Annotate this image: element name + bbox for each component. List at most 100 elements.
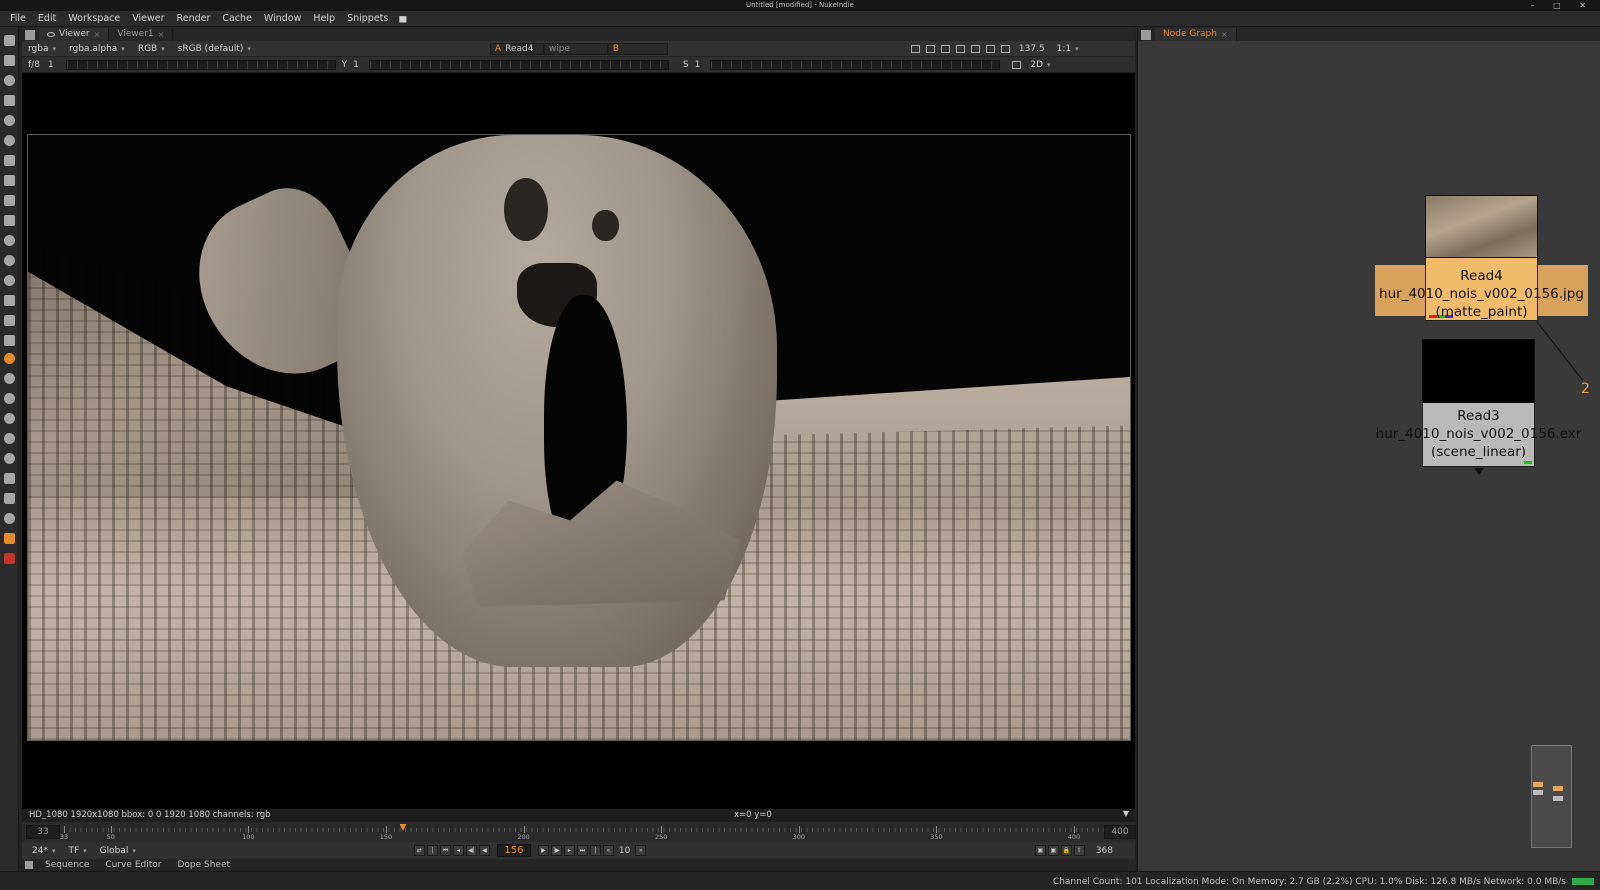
timeline-start[interactable]: 33: [26, 825, 60, 839]
cog-icon[interactable]: [4, 453, 15, 464]
color-icon[interactable]: [4, 115, 15, 126]
menu-workspace[interactable]: Workspace: [62, 13, 126, 24]
clip-icon[interactable]: [925, 44, 935, 53]
timeline[interactable]: 33 33 50 100 150 200 250 300 350 400 400: [22, 822, 1136, 842]
prev-keyframe-icon[interactable]: ⏮: [439, 845, 451, 856]
read4-node[interactable]: Read4 hur_4010_nois_v002_0156.jpg (matte…: [1375, 195, 1588, 325]
ocio-icon[interactable]: [4, 373, 15, 384]
viewer-tool-icon[interactable]: [4, 35, 15, 46]
menu-cache[interactable]: Cache: [216, 13, 258, 24]
menu-window[interactable]: Window: [258, 13, 307, 24]
scope-dropdown[interactable]: Global: [94, 846, 143, 856]
fstop-value[interactable]: f/8: [28, 60, 40, 70]
current-frame-field[interactable]: 156: [496, 844, 531, 857]
zoom-level[interactable]: 137.5: [1019, 44, 1045, 54]
particles-icon[interactable]: [4, 235, 15, 246]
colorspace-dropdown[interactable]: sRGB (default): [172, 44, 258, 54]
channel-icon[interactable]: [4, 95, 15, 106]
menu-viewer[interactable]: Viewer: [126, 13, 170, 24]
snippet-icon[interactable]: [399, 16, 407, 23]
read3-output-arrow[interactable]: [1474, 468, 1484, 475]
mask-icon[interactable]: [955, 44, 965, 53]
export-icon[interactable]: ⇧: [1073, 845, 1085, 856]
shape-icon[interactable]: [4, 493, 15, 504]
panel-menu-icon[interactable]: [25, 30, 35, 40]
menu-help[interactable]: Help: [307, 13, 341, 24]
menu-snippets[interactable]: Snippets: [341, 13, 394, 24]
gamma-slider[interactable]: [368, 59, 669, 70]
viewer-canvas[interactable]: [22, 73, 1135, 809]
menu-render[interactable]: Render: [171, 13, 217, 24]
channels-dropdown[interactable]: rgba: [22, 44, 63, 54]
filter-icon[interactable]: [4, 135, 15, 146]
next-frame-icon[interactable]: |▶: [550, 845, 562, 856]
view-mode-icon[interactable]: [1012, 60, 1022, 69]
alpha-dropdown[interactable]: rgba.alpha: [63, 44, 132, 54]
tab-sequence[interactable]: Sequence: [37, 860, 97, 870]
input-a-selector[interactable]: A Read4: [489, 42, 544, 55]
gamma-value[interactable]: 1: [353, 60, 359, 70]
tab-curve-editor[interactable]: Curve Editor: [97, 860, 169, 870]
globe-icon[interactable]: [4, 433, 15, 444]
play-forward-icon[interactable]: ▶: [537, 845, 549, 856]
deep-icon[interactable]: [4, 255, 15, 266]
tab-node-graph[interactable]: Node Graph ×: [1155, 28, 1237, 41]
time-icon[interactable]: [4, 75, 15, 86]
display-channel-dropdown[interactable]: RGB: [132, 44, 172, 54]
views-icon[interactable]: [4, 275, 15, 286]
step-forward-icon[interactable]: ▸: [563, 845, 575, 856]
next-keyframe-icon[interactable]: ⏭: [576, 845, 588, 856]
paint-icon[interactable]: [4, 55, 15, 66]
info-dropdown-icon[interactable]: ▼: [1123, 809, 1129, 818]
step-back-icon[interactable]: ◂: [452, 845, 464, 856]
close-icon[interactable]: ×: [94, 28, 101, 41]
input-b-selector[interactable]: B: [607, 42, 668, 55]
red-plugin-icon[interactable]: [4, 553, 15, 564]
pause-icon[interactable]: [1000, 44, 1010, 53]
first-frame-icon[interactable]: |: [426, 845, 438, 856]
view-mode-dropdown[interactable]: 2D: [1024, 60, 1057, 70]
loop-icon[interactable]: ⇄: [413, 845, 425, 856]
keyer-icon[interactable]: [4, 155, 15, 166]
close-icon[interactable]: ×: [158, 28, 165, 41]
timeline-end[interactable]: 400: [1104, 825, 1136, 839]
tf-dropdown[interactable]: TF: [62, 846, 93, 856]
node-graph-minimap[interactable]: [1531, 745, 1572, 848]
skip-back-icon[interactable]: «: [602, 845, 614, 856]
wipe-dropdown[interactable]: wipe: [543, 42, 608, 55]
merge-icon[interactable]: [4, 175, 15, 186]
gizmo-icon[interactable]: [4, 513, 15, 524]
transform-icon[interactable]: [4, 195, 15, 206]
saturation-slider[interactable]: [710, 59, 1001, 70]
other-icon[interactable]: [4, 335, 15, 346]
flipbook-icon[interactable]: ▣: [1034, 845, 1046, 856]
skip-forward-icon[interactable]: »: [635, 845, 647, 856]
cara-icon[interactable]: [4, 393, 15, 404]
gain-value[interactable]: 1: [48, 60, 54, 70]
metadata-icon[interactable]: [4, 295, 15, 306]
gain-slider[interactable]: [65, 59, 336, 70]
read3-node[interactable]: Read3 hur_4010_nois_v002_0156.exr (scene…: [1376, 339, 1581, 475]
plugin-icon[interactable]: [4, 533, 15, 544]
toolsets-icon[interactable]: [4, 315, 15, 326]
3d-icon[interactable]: [4, 215, 15, 226]
frame-increment[interactable]: 10: [619, 846, 630, 856]
panel-menu-icon[interactable]: [25, 860, 33, 869]
roi-icon[interactable]: [910, 44, 920, 53]
fps-dropdown[interactable]: 24*: [26, 846, 62, 856]
list-icon[interactable]: [970, 44, 980, 53]
sphere-icon[interactable]: [4, 413, 15, 424]
proxy-dropdown[interactable]: 1:1: [1051, 44, 1086, 54]
menu-file[interactable]: File: [4, 13, 32, 24]
last-frame-icon[interactable]: |: [589, 845, 601, 856]
tab-viewer1[interactable]: Viewer1 ×: [109, 28, 174, 41]
out-frame[interactable]: 368: [1096, 846, 1113, 856]
play-backward-icon[interactable]: ◀: [478, 845, 490, 856]
panel-menu-icon[interactable]: [1141, 30, 1151, 40]
close-icon[interactable]: ×: [1221, 28, 1228, 41]
tab-viewer[interactable]: Viewer ×: [39, 28, 110, 41]
timeline-ruler[interactable]: 33 50 100 150 200 250 300 350 400: [60, 824, 1104, 841]
prev-frame-icon[interactable]: ◀|: [465, 845, 477, 856]
menu-edit[interactable]: Edit: [32, 13, 62, 24]
refresh-icon[interactable]: [985, 44, 995, 53]
